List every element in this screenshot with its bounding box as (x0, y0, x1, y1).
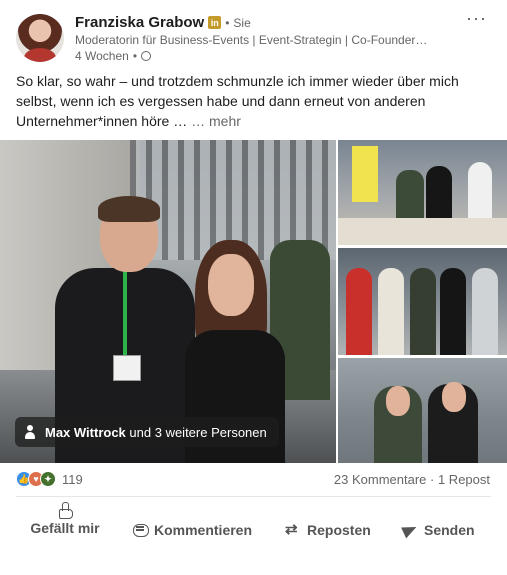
author-name[interactable]: Franziska Grabow (75, 14, 204, 31)
post-time: 4 Wochen (75, 49, 129, 63)
reaction-count: 119 (62, 471, 83, 487)
see-more-link[interactable]: … mehr (191, 113, 241, 129)
more-options-icon[interactable]: ··· (466, 8, 487, 29)
post-media-grid: Max Wittrock und 3 weitere Personen (0, 140, 507, 463)
post-body: So klar, so wahr – und trotzdem schmunzl… (16, 71, 486, 131)
repost-icon (285, 520, 301, 538)
post-time-row: 4 Wochen • (75, 49, 152, 63)
linkedin-badge-icon: in (208, 16, 222, 29)
separator-dot: • (132, 49, 138, 63)
action-bar: Gefällt mir Kommentieren Reposten Senden (0, 500, 507, 570)
comments-reposts-count[interactable]: 23 Kommentare · 1 Repost (334, 472, 490, 487)
person-tag-icon (23, 424, 37, 440)
globe-icon (141, 51, 152, 61)
reactions-summary[interactable]: 👍 ♥ ✦ 119 (16, 471, 83, 487)
photo-thumbnail-2[interactable] (338, 248, 507, 355)
thumbs-up-icon (57, 502, 73, 519)
social-counts: 👍 ♥ ✦ 119 23 Kommentare · 1 Repost (0, 468, 507, 492)
avatar[interactable] (16, 14, 64, 62)
people-tag-chip[interactable]: Max Wittrock und 3 weitere Personen (15, 417, 279, 447)
post-header: Franziska Grabow in • Sie Moderatorin fü… (0, 0, 507, 66)
main-photo[interactable]: Max Wittrock und 3 weitere Personen (0, 140, 336, 463)
comment-label: Kommentieren (154, 522, 253, 538)
send-label: Senden (424, 522, 475, 538)
send-icon (402, 522, 418, 538)
comment-button[interactable]: Kommentieren (132, 522, 252, 538)
tag-person-name: Max Wittrock (45, 424, 126, 440)
photo-thumbnail-3[interactable] (338, 358, 507, 463)
send-button[interactable]: Senden (402, 522, 475, 538)
like-button[interactable]: Gefällt mir (30, 502, 100, 538)
like-label: Gefällt mir (30, 520, 100, 536)
separator-dot: • (225, 15, 230, 30)
repost-button[interactable]: Reposten (285, 520, 371, 538)
comment-icon (132, 522, 149, 538)
divider (16, 496, 491, 497)
repost-label: Reposten (307, 522, 371, 538)
author-headline: Moderatorin für Business-Events | Event-… (75, 33, 428, 47)
tag-others: und 3 weitere Personen (129, 424, 267, 440)
insightful-icon: ✦ (40, 471, 56, 487)
author-row: Franziska Grabow in • Sie (75, 14, 251, 31)
photo-thumbnail-1[interactable] (338, 140, 507, 245)
connection-degree: Sie (233, 15, 251, 30)
